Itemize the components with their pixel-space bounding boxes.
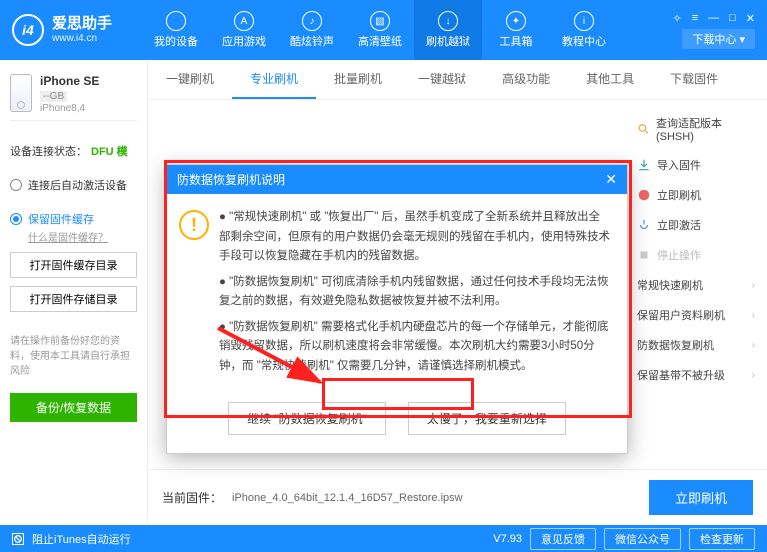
maximize-button[interactable]: □ (729, 12, 736, 25)
open-cache-dir-button[interactable]: 打开固件缓存目录 (10, 252, 137, 278)
logo-icon: i4 (12, 14, 44, 46)
statusbar: 阻止iTunes自动运行 V7.93 意见反馈 微信公众号 检查更新 (0, 525, 767, 552)
feedback-button[interactable]: 意见反馈 (530, 528, 596, 550)
tab-oneclick-jailbreak[interactable]: 一键越狱 (400, 60, 484, 99)
dialog-title: 防数据恢复刷机说明 (177, 171, 285, 188)
connection-status: 设备连接状态： DFU 模 (10, 143, 137, 159)
dfu-label: DFU 模 (91, 143, 128, 159)
dialog-close-button[interactable]: ✕ (605, 171, 617, 188)
fw-path: iPhone_4.0_64bit_12.1.4_16D57_Restore.ip… (232, 492, 463, 504)
theme-button[interactable]: ✧ (672, 12, 681, 25)
import-fw-item[interactable]: 导入固件 (633, 150, 759, 180)
apple-icon (166, 11, 186, 31)
titlebar: i4 爱思助手 www.i4.cn 我的设备 A应用游戏 ♪酷炫铃声 ▧高清壁纸… (0, 0, 767, 60)
sidebar-note: 请在操作前备份好您的资料，使用本工具请自行承担风险 (10, 334, 137, 379)
keep-baseband-item[interactable]: 保留基带不被升级› (633, 360, 759, 390)
check-update-button[interactable]: 检查更新 (689, 528, 755, 550)
tab-advanced[interactable]: 高级功能 (484, 60, 568, 99)
app-url: www.i4.cn (52, 33, 112, 44)
nav-apps[interactable]: A应用游戏 (210, 0, 278, 60)
flash-icon: ↓ (438, 11, 458, 31)
chevron-right-icon: › (752, 340, 755, 351)
anti-recovery-dialog: 防数据恢复刷机说明 ✕ ! ● "常规快速刷机" 或 "恢复出厂" 后，虽然手机… (166, 164, 628, 454)
nav-wallpapers[interactable]: ▧高清壁纸 (346, 0, 414, 60)
window-controls: ✧ ≡ — □ ✕ (672, 12, 755, 25)
chevron-right-icon: › (752, 370, 755, 381)
info-icon: i (574, 11, 594, 31)
device-model: iPhone8,4 (40, 103, 99, 114)
nav-toolbox[interactable]: ✦工具箱 (482, 0, 550, 60)
wechat-button[interactable]: 微信公众号 (604, 528, 681, 550)
minimize-button[interactable]: — (708, 12, 719, 25)
nav-flash-jailbreak[interactable]: ↓刷机越狱 (414, 0, 482, 60)
normal-flash-item[interactable]: 常规快速刷机› (633, 270, 759, 300)
query-shsh-item[interactable]: 查询适配版本 (SHSH) (633, 108, 759, 150)
import-icon (637, 158, 651, 172)
dialog-header: 防数据恢复刷机说明 ✕ (167, 165, 627, 194)
chevron-right-icon: › (752, 310, 755, 321)
flash-now-item[interactable]: 立即刷机 (633, 180, 759, 210)
dialog-text: ● "常规快速刷机" 或 "恢复出厂" 后，虽然手机变成了全新系统并且释放出全部… (219, 208, 611, 382)
warning-icon: ! (179, 210, 209, 240)
tab-batch-flash[interactable]: 批量刷机 (316, 60, 400, 99)
flash-now-button[interactable]: 立即刷机 (649, 480, 753, 515)
music-icon: ♪ (302, 11, 322, 31)
app-logo: i4 爱思助手 www.i4.cn (12, 14, 142, 46)
reselect-button[interactable]: 太慢了，我要重新选择 (408, 402, 566, 435)
device-capacity: --GB (40, 91, 67, 102)
app-title: 爱思助手 (52, 16, 112, 33)
stop-item: 停止操作 (633, 240, 759, 270)
device-name: iPhone SE (40, 74, 99, 88)
apps-icon: A (234, 11, 254, 31)
tab-other-tools[interactable]: 其他工具 (568, 60, 652, 99)
search-icon (637, 122, 650, 136)
phone-icon (10, 74, 32, 112)
tab-oneclick-flash[interactable]: 一键刷机 (148, 60, 232, 99)
continue-button[interactable]: 继续 "防数据恢复刷机" (228, 402, 386, 435)
block-itunes-label: 阻止iTunes自动运行 (32, 531, 131, 547)
right-action-list: 查询适配版本 (SHSH) 导入固件 立即刷机 立即激活 停止操作 常规快速刷机… (633, 108, 759, 390)
what-is-cache-link[interactable]: 什么是固件缓存？ (28, 229, 137, 244)
download-center-button[interactable]: 下载中心 ▾ (682, 29, 755, 49)
chevron-right-icon: › (752, 280, 755, 291)
device-block: iPhone SE --GB iPhone8,4 (10, 68, 137, 121)
menu-button[interactable]: ≡ (692, 12, 698, 25)
nav-tutorials[interactable]: i教程中心 (550, 0, 618, 60)
anti-recovery-flash-item[interactable]: 防数据恢复刷机› (633, 330, 759, 360)
sidebar: iPhone SE --GB iPhone8,4 设备连接状态： DFU 模 连… (0, 60, 148, 525)
tab-download-fw[interactable]: 下载固件 (652, 60, 736, 99)
keep-firmware-radio[interactable]: 保留固件缓存 (10, 211, 137, 227)
tab-pro-flash[interactable]: 专业刷机 (232, 60, 316, 99)
auto-activate-radio[interactable]: 连接后自动激活设备 (10, 177, 137, 193)
backup-restore-button[interactable]: 备份/恢复数据 (10, 393, 137, 422)
subtabs: 一键刷机 专业刷机 批量刷机 一键越狱 高级功能 其他工具 下载固件 (148, 60, 767, 100)
top-nav: 我的设备 A应用游戏 ♪酷炫铃声 ▧高清壁纸 ↓刷机越狱 ✦工具箱 i教程中心 (142, 0, 618, 60)
nav-ringtones[interactable]: ♪酷炫铃声 (278, 0, 346, 60)
open-store-dir-button[interactable]: 打开固件存储目录 (10, 286, 137, 312)
keep-data-flash-item[interactable]: 保留用户资料刷机› (633, 300, 759, 330)
fw-label: 当前固件： (162, 489, 222, 506)
activate-icon (637, 218, 651, 232)
flash-icon (637, 188, 651, 202)
stop-icon (637, 248, 651, 262)
firmware-footer: 当前固件： iPhone_4.0_64bit_12.1.4_16D57_Rest… (148, 469, 767, 525)
block-itunes-checkbox[interactable] (12, 533, 24, 545)
nav-my-device[interactable]: 我的设备 (142, 0, 210, 60)
wrench-icon: ✦ (506, 11, 526, 31)
version-label: V7.93 (493, 533, 522, 545)
image-icon: ▧ (370, 11, 390, 31)
activate-now-item[interactable]: 立即激活 (633, 210, 759, 240)
close-button[interactable]: ✕ (746, 12, 755, 25)
